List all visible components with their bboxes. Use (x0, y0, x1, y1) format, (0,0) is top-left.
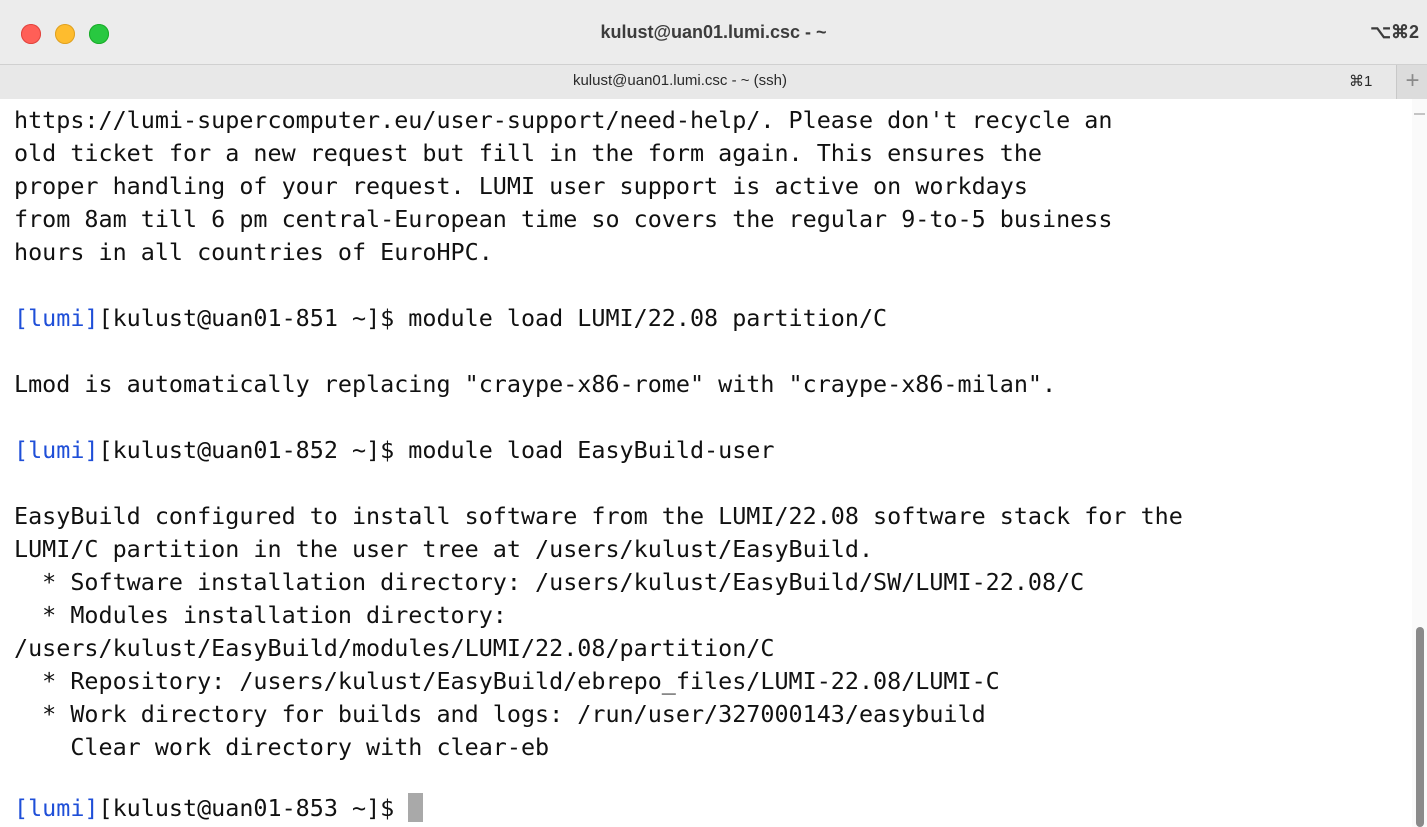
terminal-line: LUMI/C partition in the user tree at /us… (14, 535, 874, 563)
terminal-line: * Software installation directory: /user… (14, 568, 1085, 596)
tab-bar: kulust@uan01.lumi.csc - ~ (ssh) ⌘1 + (0, 64, 1427, 100)
scrollbar-top-marker (1414, 113, 1425, 115)
terminal-line: EasyBuild configured to install software… (14, 502, 1183, 530)
terminal-line: * Work directory for builds and logs: /r… (14, 700, 986, 728)
prompt-line: [lumi][kulust@uan01-851 ~]$ module load … (14, 302, 887, 335)
new-tab-button[interactable]: + (1396, 65, 1427, 99)
text-cursor (408, 793, 424, 822)
prompt-tag: [lumi] (14, 794, 99, 822)
terminal-line: * Modules installation directory: (14, 601, 507, 629)
tab-shortcut: ⌘1 (1349, 73, 1373, 90)
prompt-line-current[interactable]: [lumi][kulust@uan01-853 ~]$ (14, 792, 424, 825)
prompt-command: [kulust@uan01-853 ~]$ (98, 794, 409, 822)
prompt-command: [kulust@uan01-852 ~]$ module load EasyBu… (98, 436, 775, 464)
terminal-window: kulust@uan01.lumi.csc - ~ ⌥⌘2 kulust@uan… (0, 0, 1427, 827)
vertical-scrollbar[interactable] (1412, 99, 1427, 827)
window-shortcut: ⌥⌘2 (1370, 22, 1419, 42)
terminal-line: Lmod is automatically replacing "craype-… (14, 370, 1057, 398)
title-bar[interactable]: kulust@uan01.lumi.csc - ~ ⌥⌘2 (0, 0, 1427, 64)
terminal-line: /users/kulust/EasyBuild/modules/LUMI/22.… (14, 634, 775, 662)
terminal-line: https://lumi-supercomputer.eu/user-suppo… (14, 106, 1113, 134)
terminal-output[interactable]: https://lumi-supercomputer.eu/user-suppo… (0, 99, 1412, 827)
terminal-line: * Repository: /users/kulust/EasyBuild/eb… (14, 667, 1000, 695)
terminal-line: Clear work directory with clear-eb (14, 733, 550, 761)
terminal-line: hours in all countries of EuroHPC. (14, 238, 493, 266)
scrollbar-thumb[interactable] (1416, 627, 1424, 827)
terminal-line: proper handling of your request. LUMI us… (14, 172, 1028, 200)
terminal-line: from 8am till 6 pm central-European time… (14, 205, 1113, 233)
window-title: kulust@uan01.lumi.csc - ~ (600, 22, 827, 42)
prompt-line: [lumi][kulust@uan01-852 ~]$ module load … (14, 434, 774, 467)
prompt-tag: [lumi] (14, 304, 99, 332)
prompt-tag: [lumi] (14, 436, 99, 464)
tab-ssh-session[interactable]: kulust@uan01.lumi.csc - ~ (ssh) ⌘1 (0, 65, 1396, 99)
terminal-line: old ticket for a new request but fill in… (14, 139, 1043, 167)
tab-label: kulust@uan01.lumi.csc - ~ (ssh) (572, 72, 788, 89)
prompt-command: [kulust@uan01-851 ~]$ module load LUMI/2… (98, 304, 888, 332)
